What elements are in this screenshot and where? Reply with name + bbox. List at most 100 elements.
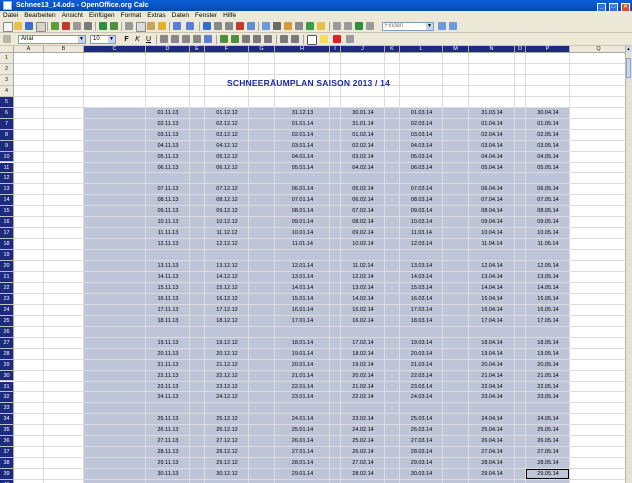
column-header[interactable]: M: [443, 46, 469, 53]
date-cell[interactable]: 06.03.14: [400, 163, 443, 174]
date-cell[interactable]: 15.04.14: [469, 294, 515, 305]
row-header[interactable]: 15: [0, 206, 14, 218]
date-cell[interactable]: 21.11.13: [146, 360, 190, 371]
date-cell[interactable]: 25.04.14: [469, 425, 515, 436]
styles-icon[interactable]: [3, 35, 11, 43]
row-header[interactable]: 8: [0, 129, 14, 141]
date-cell[interactable]: 23.01.14: [275, 392, 330, 403]
chevron-down-icon[interactable]: ▼: [108, 36, 115, 43]
increase-indent-icon[interactable]: [291, 35, 299, 43]
column-header[interactable]: E: [190, 46, 205, 53]
date-cell[interactable]: 11.03.14: [400, 228, 443, 239]
new-document-icon[interactable]: [3, 22, 13, 32]
column-header[interactable]: A: [14, 46, 44, 53]
column-header[interactable]: J: [341, 46, 385, 53]
row-header[interactable]: 9: [0, 140, 14, 152]
sheet-title[interactable]: SCHNEERÄUMPLAN SAISON 2013 / 14: [227, 78, 390, 88]
toolbar-options-icon[interactable]: [366, 22, 374, 30]
currency-format-icon[interactable]: [220, 35, 228, 43]
date-cell[interactable]: 21.02.14: [341, 382, 385, 393]
date-cell[interactable]: 21.04.14: [469, 371, 515, 382]
row-header[interactable]: 19: [0, 250, 14, 262]
date-cell[interactable]: 03.05.14: [526, 141, 570, 152]
date-cell[interactable]: 23.02.14: [341, 414, 385, 425]
date-cell[interactable]: 15.11.13: [146, 283, 190, 294]
row-header[interactable]: 7: [0, 118, 14, 130]
date-cell[interactable]: 13.02.14: [341, 283, 385, 294]
date-cell[interactable]: 15.02.14: [341, 305, 385, 316]
date-cell[interactable]: 14.03.14: [400, 272, 443, 283]
date-cell[interactable]: 16.11.13: [146, 294, 190, 305]
date-cell[interactable]: 28.12.12: [205, 447, 249, 458]
row-header[interactable]: 21: [0, 272, 14, 283]
date-cell[interactable]: 11.12.12: [205, 228, 249, 239]
row-header[interactable]: 22: [0, 282, 14, 294]
date-cell[interactable]: 19.03.14: [400, 338, 443, 349]
align-left-icon[interactable]: [160, 35, 168, 43]
date-cell[interactable]: 30.04.14: [526, 108, 570, 119]
date-cell[interactable]: 13.05.14: [526, 272, 570, 283]
date-cell[interactable]: 12.02.14: [341, 272, 385, 283]
form-design-icon[interactable]: [344, 22, 352, 30]
date-cell[interactable]: 21.12.12: [205, 360, 249, 371]
autospell-icon[interactable]: [110, 22, 118, 30]
row-header[interactable]: 30: [0, 370, 14, 382]
date-cell[interactable]: 04.02.14: [341, 163, 385, 174]
date-cell[interactable]: 14.02.14: [341, 294, 385, 305]
spellcheck-icon[interactable]: [99, 22, 107, 30]
date-cell[interactable]: 23.12.12: [205, 382, 249, 393]
date-cell[interactable]: 05.04.14: [469, 163, 515, 174]
row-header[interactable]: 24: [0, 304, 14, 316]
date-cell[interactable]: 07.02.14: [341, 206, 385, 217]
row-header[interactable]: 26: [0, 326, 14, 338]
date-cell[interactable]: 10.11.13: [146, 217, 190, 228]
date-cell[interactable]: 07.05.14: [526, 195, 570, 206]
date-cell[interactable]: 09.12.12: [205, 206, 249, 217]
date-cell[interactable]: 31.12.13: [275, 108, 330, 119]
date-cell[interactable]: 17.05.14: [526, 316, 570, 327]
menu-einfuegen[interactable]: Einfügen: [86, 11, 118, 20]
page-preview-icon[interactable]: [84, 22, 92, 30]
column-header[interactable]: F: [205, 46, 249, 53]
find-previous-icon[interactable]: [449, 22, 457, 30]
date-cell[interactable]: 22.03.14: [400, 371, 443, 382]
percent-format-icon[interactable]: [231, 35, 239, 43]
date-cell[interactable]: 20.03.14: [400, 349, 443, 360]
date-cell[interactable]: 02.02.14: [341, 141, 385, 152]
date-cell[interactable]: 21.03.14: [400, 360, 443, 371]
date-cell[interactable]: 07.11.13: [146, 184, 190, 195]
row-header[interactable]: 34: [0, 414, 14, 426]
date-cell[interactable]: 04.12.12: [205, 141, 249, 152]
date-cell[interactable]: 31.03.14: [469, 108, 515, 119]
date-cell[interactable]: 19.05.14: [526, 349, 570, 360]
date-cell[interactable]: 24.01.14: [275, 414, 330, 425]
row-header[interactable]: 25: [0, 315, 14, 327]
date-cell[interactable]: 11.05.14: [526, 239, 570, 250]
row-header[interactable]: 17: [0, 228, 14, 240]
menu-bearbeiten[interactable]: Bearbeiten: [21, 11, 58, 20]
column-header[interactable]: N: [469, 46, 515, 53]
date-cell[interactable]: 15.12.12: [205, 283, 249, 294]
date-cell[interactable]: 13.03.14: [400, 261, 443, 272]
date-cell[interactable]: 27.01.14: [275, 447, 330, 458]
edit-file-icon[interactable]: [51, 22, 59, 30]
scrollbar-thumb[interactable]: [626, 58, 631, 78]
row-header[interactable]: 35: [0, 425, 14, 437]
date-cell[interactable]: 25.11.13: [146, 414, 190, 425]
row-header[interactable]: 36: [0, 436, 14, 448]
date-cell[interactable]: 15.03.14: [400, 283, 443, 294]
chart-icon[interactable]: [236, 22, 244, 30]
date-cell[interactable]: 30.12.12: [205, 469, 249, 480]
date-cell[interactable]: 03.03.14: [400, 130, 443, 141]
date-cell[interactable]: 07.04.14: [469, 195, 515, 206]
row-header[interactable]: 18: [0, 239, 14, 251]
date-cell[interactable]: 12.11.13: [146, 239, 190, 250]
date-cell[interactable]: 07.03.14: [400, 184, 443, 195]
merge-cells-icon[interactable]: [204, 35, 212, 43]
date-cell[interactable]: 06.05.14: [526, 184, 570, 195]
sort-ascending-icon[interactable]: [214, 22, 222, 30]
date-cell[interactable]: 30.01.14: [341, 108, 385, 119]
save-icon[interactable]: [25, 22, 33, 30]
chevron-down-icon[interactable]: ▼: [78, 36, 85, 43]
form-controls-icon[interactable]: [333, 22, 341, 30]
